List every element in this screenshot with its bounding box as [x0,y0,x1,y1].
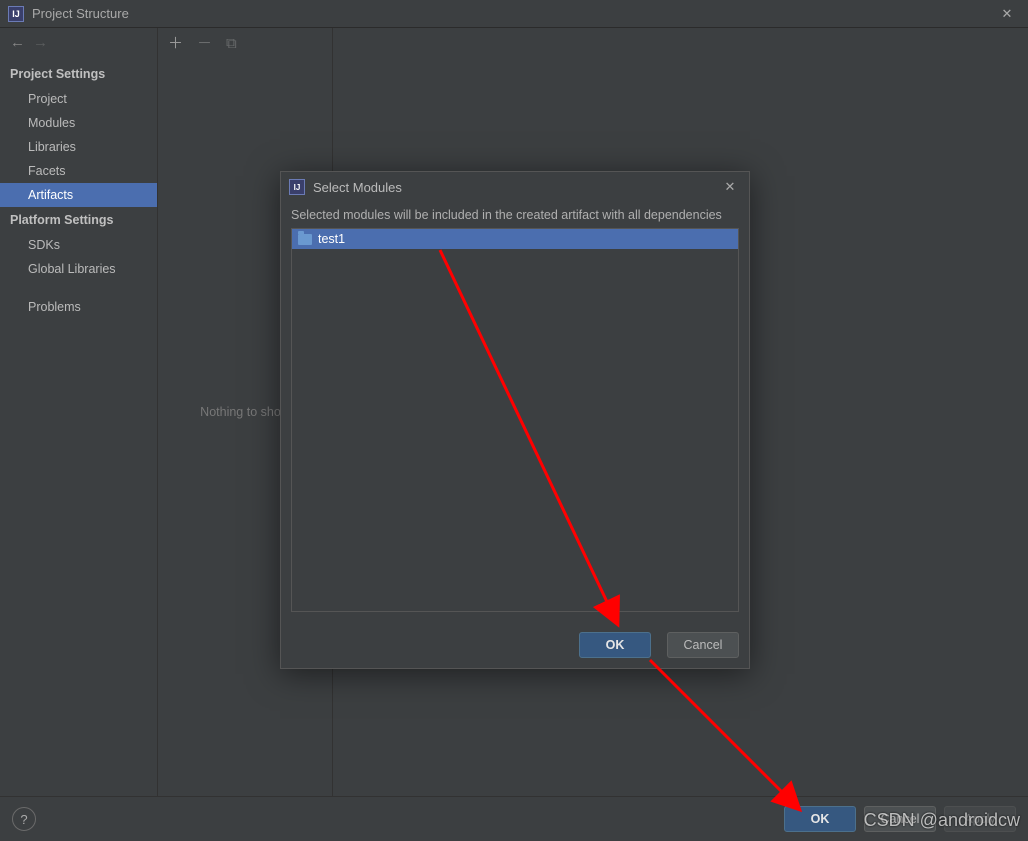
sidebar: ← → Project Settings ProjectModulesLibra… [0,28,158,796]
intellij-icon: IJ [8,6,24,22]
cancel-button[interactable]: Cancel [864,806,936,832]
add-icon[interactable]: ＋ [168,36,183,51]
dialog-title: Select Modules [313,180,719,195]
nav-back-icon[interactable]: ← [10,34,25,51]
ok-button[interactable]: OK [784,806,856,832]
close-icon[interactable]: ✕ [994,6,1020,22]
dialog-cancel-button[interactable]: Cancel [667,632,739,658]
copy-icon[interactable]: ⧉ [226,36,237,51]
sidebar-item-problems[interactable]: Problems [0,295,157,319]
select-modules-dialog: IJ Select Modules ✕ Selected modules wil… [280,171,750,669]
window-title: Project Structure [32,6,994,21]
dialog-ok-button[interactable]: OK [579,632,651,658]
sidebar-item-project[interactable]: Project [0,87,157,111]
sidebar-item-sdks[interactable]: SDKs [0,233,157,257]
module-list-item[interactable]: test1 [292,229,738,249]
titlebar: IJ Project Structure ✕ [0,0,1028,28]
sidebar-item-global-libraries[interactable]: Global Libraries [0,257,157,281]
sidebar-item-libraries[interactable]: Libraries [0,135,157,159]
nav-forward-icon[interactable]: → [33,34,48,51]
module-list[interactable]: test1 [291,228,739,612]
sidebar-section-project-settings: Project Settings [0,61,157,87]
help-button[interactable]: ? [12,807,36,831]
close-icon[interactable]: ✕ [719,179,741,195]
sidebar-item-modules[interactable]: Modules [0,111,157,135]
apply-button[interactable]: Apply [944,806,1016,832]
intellij-icon: IJ [289,179,305,195]
bottom-bar: ? OK Cancel Apply [0,796,1028,841]
sidebar-item-artifacts[interactable]: Artifacts [0,183,157,207]
module-icon [298,234,312,245]
module-name: test1 [318,232,345,246]
sidebar-section-platform-settings: Platform Settings [0,207,157,233]
dialog-description: Selected modules will be included in the… [291,206,739,228]
sidebar-item-facets[interactable]: Facets [0,159,157,183]
remove-icon[interactable]: － [197,36,212,51]
